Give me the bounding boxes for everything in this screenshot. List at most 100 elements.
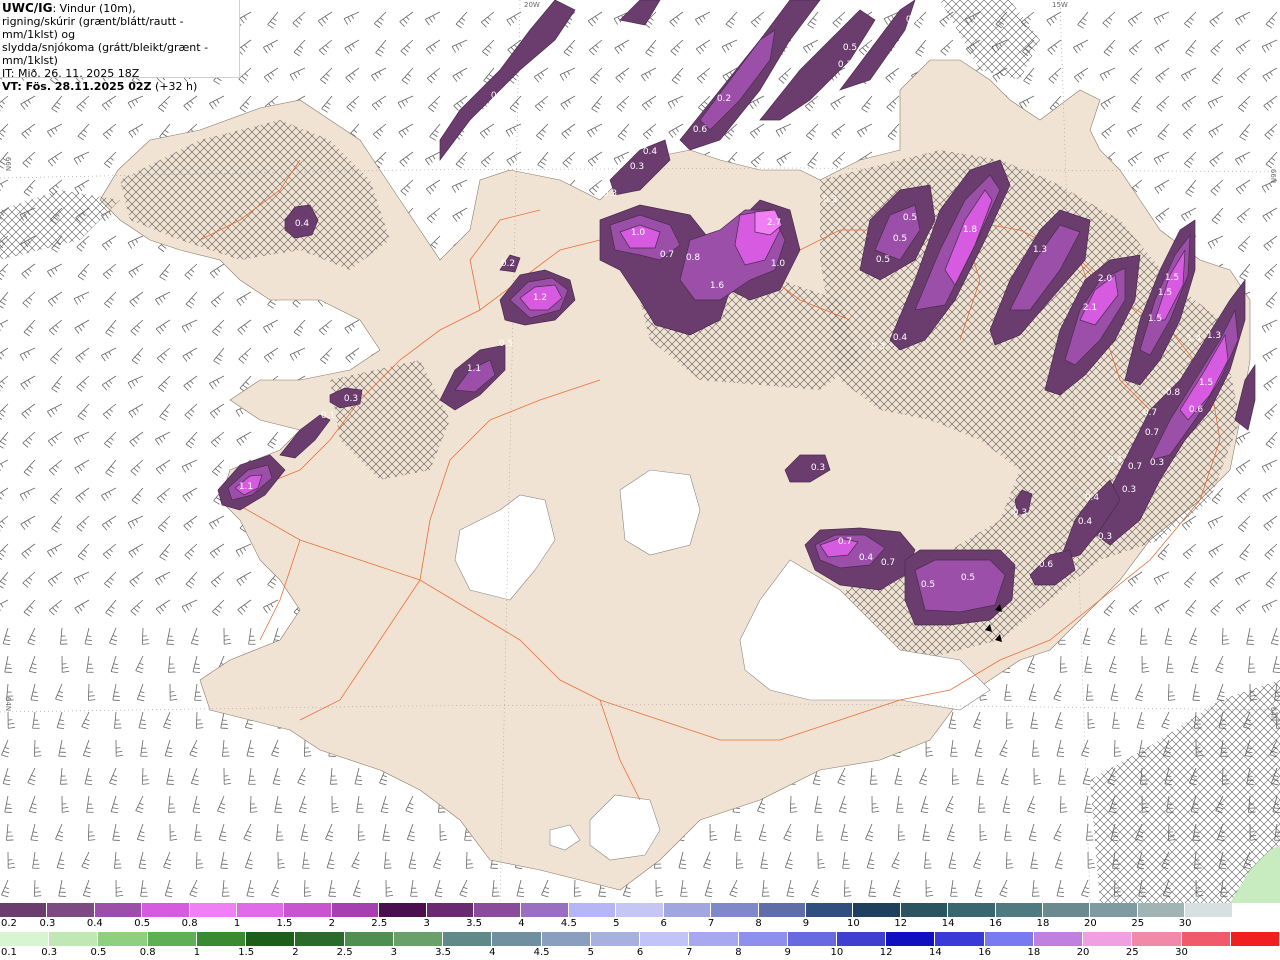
title-box: UWC/IG: Vindur (10m), rigning/skúrir (gr… — [0, 0, 240, 93]
legend-value: 16 — [978, 947, 991, 958]
legend-swatch — [49, 932, 99, 946]
precip-label: 0.5 — [961, 573, 975, 583]
precip-label: 0.6 — [1039, 560, 1054, 570]
legend-swatch — [805, 903, 854, 917]
legend-swatch — [379, 903, 427, 917]
precip-label: 0.3 — [811, 463, 825, 473]
precip-label: 0.6 — [1189, 405, 1204, 415]
precip-label: 0.3 — [871, 342, 885, 352]
lat-label-66n-right: 66N — [1269, 168, 1278, 184]
legend-swatch — [393, 932, 444, 946]
legend-value: 10 — [846, 918, 860, 929]
legend-swatch — [94, 903, 143, 917]
legend-swatch — [1042, 903, 1091, 917]
precip-label: 1.5 — [1165, 273, 1179, 283]
legend-value: 9 — [784, 947, 791, 958]
rain-scale-labels: 0.1 0.3 0.5 0.8 1 1.5 2 2.5 3 3.5 4 4.5 5 6 7 8 9 10 12 14 1… — [0, 947, 1280, 959]
precip-label: 0.3 — [1098, 532, 1112, 542]
precip-label: 0.4 — [859, 553, 874, 563]
legend-swatch — [711, 903, 759, 917]
title-line-2: rigning/skúrir (grænt/blátt/rautt - mm/1… — [2, 15, 184, 41]
weather-map: 0.4 0.6 0.5 0.5 0.3 0.2 0.6 0.3 0.3 0.4 … — [0, 0, 1280, 903]
legend-swatch — [1232, 903, 1280, 917]
legend-value: 12 — [879, 947, 893, 958]
legend-value: 25 — [1131, 918, 1145, 929]
legend-swatch — [1181, 932, 1231, 946]
legend-swatch — [1033, 932, 1084, 946]
snow-color-scale — [0, 903, 1280, 917]
legend-swatch — [738, 932, 788, 946]
precip-label: 0.4 — [1108, 455, 1123, 465]
legend-swatch — [689, 932, 739, 946]
legend-value: 2.5 — [336, 947, 353, 958]
precip-label: 0.5 — [766, 83, 780, 93]
legend-value: 4.5 — [560, 918, 577, 929]
precip-label: 0.5 — [499, 339, 513, 349]
legend-value: 2.5 — [371, 918, 388, 929]
precip-label: 0.3 — [823, 195, 837, 205]
legend-swatch — [995, 903, 1043, 917]
valid-time: VT: Fös. 28.11.2025 02Z — [2, 80, 152, 93]
precip-label: 2.0 — [1098, 274, 1113, 284]
legend-swatch — [758, 903, 806, 917]
legend-value: 0.5 — [134, 918, 151, 929]
precip-label: 0.7 — [838, 537, 852, 547]
legend-value: 1 — [233, 918, 241, 929]
lat-label-64n-left: 64N — [4, 696, 13, 712]
legend-value: 2 — [292, 947, 299, 958]
legend-swatch — [246, 932, 296, 946]
legend-value: 9 — [802, 918, 810, 929]
legend-value: 3 — [390, 947, 398, 958]
legend-swatch — [1137, 903, 1186, 917]
legend-swatch — [142, 903, 190, 917]
title-variable: : Vindur (10m), — [52, 2, 136, 15]
legend-value: 1.5 — [238, 947, 255, 958]
legend-swatch — [1230, 932, 1280, 946]
precip-label: 0.5 — [893, 234, 907, 244]
precip-label: 0.7 — [1145, 428, 1159, 438]
legend-swatch — [787, 932, 837, 946]
precip-label: 0.4 — [643, 147, 658, 157]
precip-label: 0.1 — [321, 411, 335, 421]
init-time: IT: Mið. 26. 11. 2025 18Z — [2, 67, 140, 80]
precip-label: 0.3 — [838, 60, 852, 70]
precip-label: 2.1 — [1083, 303, 1097, 313]
precip-label: 0.5 — [921, 580, 935, 590]
legend-swatch — [443, 932, 493, 946]
precip-label: 0.4 — [1078, 517, 1093, 527]
lon-label-20w: 20W — [524, 1, 540, 9]
precip-label: 1.5 — [1148, 314, 1162, 324]
legend-value: 5 — [587, 947, 594, 958]
legend-value: 0.3 — [39, 918, 56, 929]
legend-swatch — [616, 903, 664, 917]
precip-label: 0.3 — [1122, 485, 1136, 495]
legend-value: 30 — [1175, 947, 1188, 958]
legend-swatch — [663, 903, 712, 917]
legend-swatch — [189, 903, 238, 917]
precip-label: 1.6 — [710, 281, 725, 291]
legend-value: 7 — [686, 947, 693, 958]
precip-label: 0.5 — [843, 43, 857, 53]
legend-value: 18 — [1036, 918, 1050, 929]
legend-swatch — [590, 932, 641, 946]
legend-value: 30 — [1178, 918, 1192, 929]
legend-swatch — [295, 932, 345, 946]
legend-value: 20 — [1076, 947, 1090, 958]
lead-time: (+32 h) — [155, 80, 198, 93]
legend-swatch — [147, 932, 197, 946]
legend-value: 1.5 — [276, 918, 293, 929]
precip-label: 0.7 — [1143, 408, 1157, 418]
legend-value: 3 — [423, 918, 430, 929]
snow-scale-labels: 0.2 0.3 0.4 0.5 0.8 1 1.5 2 2.5 3 3.5 4 4.5 5 6 7 8 9 10 12… — [0, 918, 1280, 930]
precip-label: 1.3 — [1033, 245, 1047, 255]
precip-label: 0.4 — [295, 219, 310, 229]
precip-label: 1.5 — [1199, 378, 1213, 388]
legend-value: 3.5 — [435, 947, 452, 958]
lat-label-66n-left: 66N — [4, 156, 13, 172]
precip-label: 0.8 — [1166, 388, 1181, 398]
legend-swatch — [836, 932, 887, 946]
legend-swatch — [331, 903, 380, 917]
legend-value: 14 — [929, 947, 942, 958]
precip-label: 1.8 — [963, 225, 978, 235]
legend-value: 4 — [489, 947, 496, 958]
